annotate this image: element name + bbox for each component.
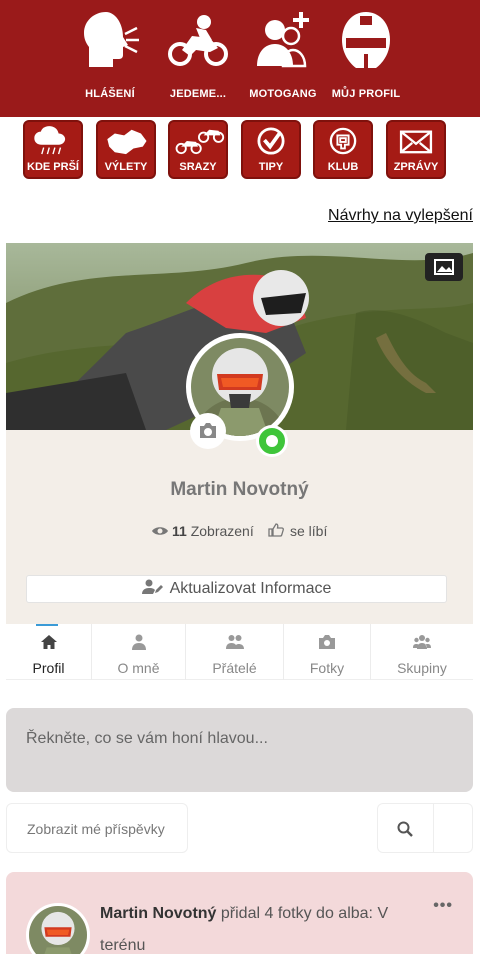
post-author-avatar[interactable] (26, 903, 90, 954)
helmet-icon (342, 12, 390, 68)
tab-o-mne[interactable]: O mně (92, 624, 186, 680)
nav-item-hlaseni[interactable]: HLÁŠENÍ (60, 10, 160, 110)
post-composer[interactable]: Řekněte, co se vám honí hlavou... (6, 708, 473, 792)
rain-cloud-icon (34, 126, 66, 155)
tab-profil[interactable]: Profil (6, 624, 92, 680)
post-search[interactable] (377, 803, 473, 853)
views-stat: 11 Zobrazení (151, 523, 254, 539)
profile-tabs: Profil O mně Přátelé Fotky Skupiny (6, 624, 473, 680)
quick-button-vylety[interactable]: VÝLETY (96, 120, 156, 179)
friends-icon (225, 635, 244, 649)
nav-label: MŮJ PROFIL (331, 88, 401, 100)
envelope-icon (399, 130, 433, 154)
map-icon (107, 129, 147, 155)
post-more-options[interactable]: ••• (433, 897, 453, 915)
nav-label: HLÁŠENÍ (85, 88, 135, 100)
quick-button-kde-prsi[interactable]: KDE PRŠÍ (23, 120, 83, 179)
tab-label: Profil (32, 660, 65, 676)
filter-label: Zobrazit mé příspěvky (27, 821, 165, 837)
motorcycles-icon (175, 129, 225, 155)
checkmark-icon (257, 127, 285, 155)
quick-button-label: KDE PRŠÍ (27, 161, 79, 173)
quick-buttons: KDE PRŠÍ VÝLETY SRAZY TIPY KLUB ZPRÁVY (0, 120, 480, 180)
club-badge-icon (329, 127, 357, 155)
profile-name: Martin Novotný (170, 479, 309, 500)
tab-label: Skupiny (397, 660, 447, 676)
quick-button-label: KLUB (327, 161, 359, 173)
camera-icon (319, 635, 335, 649)
user-edit-icon (141, 579, 163, 594)
quick-button-label: TIPY (258, 161, 284, 173)
suggest-improvements-link[interactable]: Návrhy na vylepšení (328, 207, 473, 225)
motorcycle-icon (168, 15, 228, 66)
search-icon (397, 821, 413, 837)
thumbs-up-icon (268, 523, 284, 537)
add-group-icon (257, 12, 309, 68)
search-divider (433, 804, 434, 852)
views-label: Zobrazení (190, 523, 254, 539)
online-status-indicator (256, 425, 288, 457)
top-nav: HLÁŠENÍ JEDEME... MOTOGANG MŮJ PROFIL (0, 10, 480, 110)
composer-placeholder: Řekněte, co se vám honí hlavou... (26, 730, 268, 747)
likes-stat[interactable]: se líbí (268, 523, 327, 539)
profile-stats: 11 Zobrazení se líbí (6, 523, 473, 543)
quick-button-label: VÝLETY (104, 161, 148, 173)
tab-label: Fotky (309, 660, 345, 676)
change-cover-button[interactable] (425, 253, 463, 281)
update-info-label: Aktualizovat Informace (169, 580, 332, 597)
quick-button-srazy[interactable]: SRAZY (168, 120, 228, 179)
views-count: 11 (172, 523, 187, 539)
quick-button-klub[interactable]: KLUB (313, 120, 373, 179)
tab-skupiny[interactable]: Skupiny (371, 624, 473, 680)
quick-button-zpravy[interactable]: ZPRÁVY (386, 120, 446, 179)
tab-fotky[interactable]: Fotky (284, 624, 371, 680)
groups-icon (413, 635, 431, 649)
profile-card: Martin Novotný 11 Zobrazení se líbí Aktu… (6, 243, 473, 680)
home-icon (40, 635, 57, 649)
update-info-button[interactable]: Aktualizovat Informace (26, 575, 447, 603)
tab-label: O mně (117, 660, 160, 676)
user-icon (131, 634, 146, 650)
post-author-name[interactable]: Martin Novotný (100, 905, 216, 922)
tab-label: Přátelé (212, 660, 257, 676)
eye-icon (152, 527, 168, 535)
likes-label: se líbí (290, 523, 328, 539)
camera-icon (200, 423, 216, 438)
quick-button-label: ZPRÁVY (393, 161, 439, 173)
quick-button-tipy[interactable]: TIPY (241, 120, 301, 179)
shouting-head-icon (84, 12, 139, 67)
top-header: HLÁŠENÍ JEDEME... MOTOGANG MŮJ PROFIL (0, 0, 480, 117)
nav-item-muj-profil[interactable]: MŮJ PROFIL (316, 10, 416, 110)
quick-button-label: SRAZY (179, 161, 217, 173)
post-text: Martin Novotný přidal 4 fotky do alba: V… (100, 898, 390, 954)
show-my-posts-filter[interactable]: Zobrazit mé příspěvky (6, 803, 188, 853)
feed-post: Martin Novotný přidal 4 fotky do alba: V… (6, 872, 473, 954)
change-avatar-button[interactable] (190, 413, 226, 449)
tab-pratele[interactable]: Přátelé (186, 624, 284, 680)
image-icon (434, 259, 454, 275)
